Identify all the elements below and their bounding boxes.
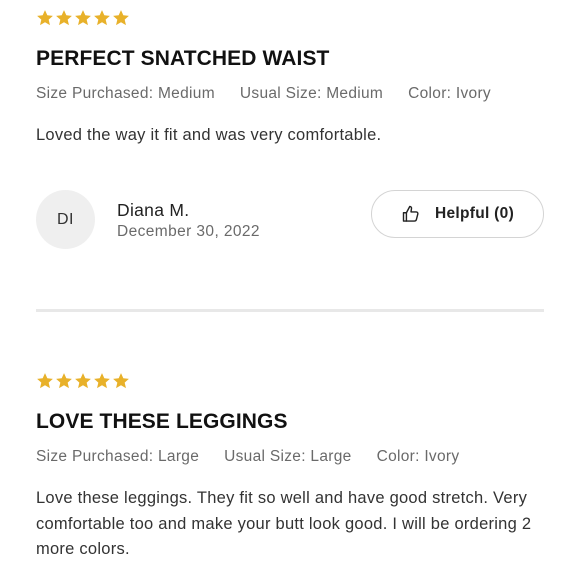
star-icon bbox=[94, 10, 110, 26]
reviewer-row: DI Diana M. December 30, 2022 Helpful (0… bbox=[36, 190, 544, 250]
star-icon bbox=[37, 10, 53, 26]
star-icon bbox=[56, 10, 72, 26]
helpful-label: Helpful (0) bbox=[434, 205, 515, 222]
review-meta: Size Purchased: Medium Usual Size: Mediu… bbox=[36, 84, 544, 104]
review-card: PERFECT SNATCHED WAIST Size Purchased: M… bbox=[36, 8, 544, 149]
color-info: Color: Ivory bbox=[376, 448, 460, 465]
star-icon bbox=[94, 373, 110, 389]
review-title: LOVE THESE LEGGINGS bbox=[36, 410, 288, 433]
reviewer-name: Diana M. bbox=[117, 200, 190, 220]
divider bbox=[36, 309, 544, 312]
helpful-button[interactable]: Helpful (0) bbox=[371, 190, 544, 238]
star-icon bbox=[37, 373, 53, 389]
review-date: December 30, 2022 bbox=[117, 223, 260, 240]
usual-size: Usual Size: Large bbox=[224, 448, 352, 465]
review-card: LOVE THESE LEGGINGS Size Purchased: Larg… bbox=[36, 371, 544, 563]
star-rating bbox=[36, 371, 544, 391]
star-icon bbox=[113, 10, 129, 26]
review-meta: Size Purchased: Large Usual Size: Large … bbox=[36, 447, 544, 467]
review-body: Love these leggings. They fit so well an… bbox=[36, 489, 532, 558]
star-rating bbox=[36, 8, 544, 28]
avatar: DI bbox=[36, 190, 95, 249]
review-body: Loved the way it fit and was very comfor… bbox=[36, 126, 382, 144]
color-info: Color: Ivory bbox=[408, 85, 491, 102]
usual-size: Usual Size: Medium bbox=[239, 85, 384, 102]
star-icon bbox=[56, 373, 72, 389]
star-icon bbox=[113, 373, 129, 389]
size-purchased: Size Purchased: Medium bbox=[36, 85, 215, 102]
size-purchased: Size Purchased: Large bbox=[36, 448, 200, 465]
review-title: PERFECT SNATCHED WAIST bbox=[36, 47, 330, 70]
star-icon bbox=[75, 10, 91, 26]
star-icon bbox=[75, 373, 91, 389]
thumbs-up-icon bbox=[402, 205, 419, 222]
